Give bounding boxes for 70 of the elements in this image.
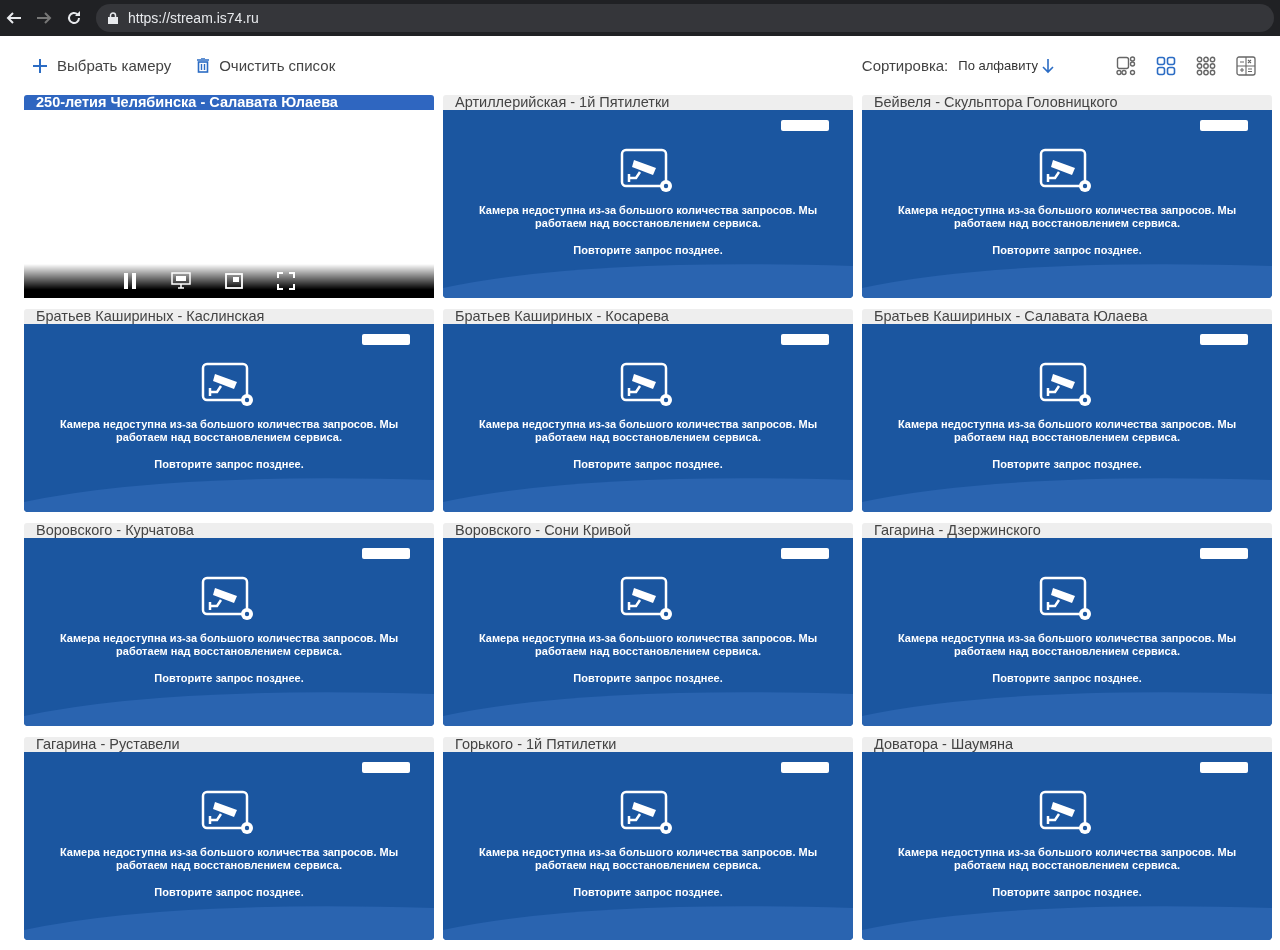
url-text: https://stream.is74.ru [128, 10, 259, 26]
retry-message: Повторите запрос позднее. [992, 458, 1142, 470]
camera-title[interactable]: Братьев Кашириных - Каслинская [24, 309, 434, 324]
camera-title[interactable]: Воровского - Курчатова [24, 523, 434, 538]
view-mode-button[interactable] [1156, 55, 1176, 76]
logo-badge [781, 762, 829, 773]
picture-in-picture-button[interactable] [225, 272, 243, 290]
retry-message: Повторите запрос позднее. [992, 672, 1142, 684]
unavailable-message: Камера недоступна из-за большого количества запросов. Мы работаем над восстановлением сервиса. [477, 418, 819, 444]
logo-badge [362, 548, 410, 559]
logo-badge [362, 762, 410, 773]
trash-icon [197, 58, 210, 73]
unavailable-message: Камера недоступна из-за большого количества запросов. Мы работаем над восстановлением сервиса. [896, 632, 1238, 658]
camera-title[interactable]: Братьев Кашириных - Косарева [443, 309, 853, 324]
clear-list-button[interactable]: Очистить список [197, 57, 336, 74]
unavailable-message: Камера недоступна из-за большого количества запросов. Мы работаем над восстановлением сервиса. [477, 846, 819, 872]
pause-button[interactable] [123, 272, 137, 290]
retry-message: Повторите запрос позднее. [573, 672, 723, 684]
fullscreen-button[interactable] [277, 272, 295, 290]
address-bar[interactable]: https://stream.is74.ru [96, 4, 1274, 32]
layout-large-icon [1116, 55, 1136, 76]
logo-badge [1200, 762, 1248, 773]
logo-badge [781, 548, 829, 559]
camera-title[interactable]: Воровского - Сони Кривой [443, 523, 853, 538]
camera-title[interactable]: Бейвеля - Скульптора Головницкого [862, 95, 1272, 110]
retry-message: Повторите запрос позднее. [154, 458, 304, 470]
sort-label: Сортировка: [861, 57, 949, 74]
retry-message: Повторите запрос позднее. [154, 672, 304, 684]
view-mode-button[interactable] [1116, 55, 1136, 76]
retry-message: Повторите запрос позднее. [573, 244, 723, 256]
camera-title[interactable]: Гагарина - Дзержинского [862, 523, 1272, 538]
forward-icon[interactable] [36, 10, 52, 26]
retry-message: Повторите запрос позднее. [992, 244, 1142, 256]
unavailable-message: Камера недоступна из-за большого количества запросов. Мы работаем над восстановлением сервиса. [896, 846, 1238, 872]
grid-icon [1156, 55, 1176, 76]
sort-dropdown[interactable]: По алфавиту [958, 57, 1054, 74]
retry-message: Повторите запрос позднее. [573, 458, 723, 470]
camera-title[interactable]: Гагарина - Руставели [24, 737, 434, 752]
view-mode-button[interactable] [1236, 55, 1256, 76]
retry-message: Повторите запрос позднее. [154, 886, 304, 898]
unavailable-message: Камера недоступна из-за большого количества запросов. Мы работаем над восстановлением сервиса. [896, 418, 1238, 444]
unavailable-message: Камера недоступна из-за большого количества запросов. Мы работаем над восстановлением сервиса. [58, 632, 400, 658]
view-mode-button[interactable] [1196, 55, 1216, 76]
dense-grid-icon [1196, 55, 1216, 76]
logo-badge [781, 120, 829, 131]
plus-icon [33, 58, 47, 73]
unavailable-message: Камера недоступна из-за большого количества запросов. Мы работаем над восстановлением сервиса. [477, 632, 819, 658]
camera-title[interactable]: Артиллерийская - 1й Пятилетки [443, 95, 853, 110]
camera-title[interactable]: Горького - 1й Пятилетки [443, 737, 853, 752]
camera-title[interactable]: Братьев Кашириных - Салавата Юлаева [862, 309, 1272, 324]
quality-button[interactable] [171, 272, 191, 290]
retry-message: Повторите запрос позднее. [573, 886, 723, 898]
unavailable-message: Камера недоступна из-за большого количества запросов. Мы работаем над восстановлением сервиса. [58, 846, 400, 872]
select-camera-button[interactable]: Выбрать камеру [33, 57, 172, 74]
logo-badge [1200, 120, 1248, 131]
arrow-down-icon [1042, 57, 1054, 74]
lock-icon [108, 12, 118, 24]
calculator-icon [1236, 55, 1256, 76]
logo-badge [1200, 548, 1248, 559]
back-icon[interactable] [6, 10, 22, 26]
unavailable-message: Камера недоступна из-за большого количества запросов. Мы работаем над восстановлением сервиса. [896, 204, 1238, 230]
reload-icon[interactable] [66, 10, 82, 26]
unavailable-message: Камера недоступна из-за большого количества запросов. Мы работаем над восстановлением сервиса. [58, 418, 400, 444]
camera-title[interactable]: 250-летия Челябинска - Салавата Юлаева [24, 95, 434, 110]
logo-badge [781, 334, 829, 345]
unavailable-message: Камера недоступна из-за большого количества запросов. Мы работаем над восстановлением сервиса. [477, 204, 819, 230]
logo-badge [362, 334, 410, 345]
logo-badge [1200, 334, 1248, 345]
camera-title[interactable]: Доватора - Шаумяна [862, 737, 1272, 752]
retry-message: Повторите запрос позднее. [992, 886, 1142, 898]
